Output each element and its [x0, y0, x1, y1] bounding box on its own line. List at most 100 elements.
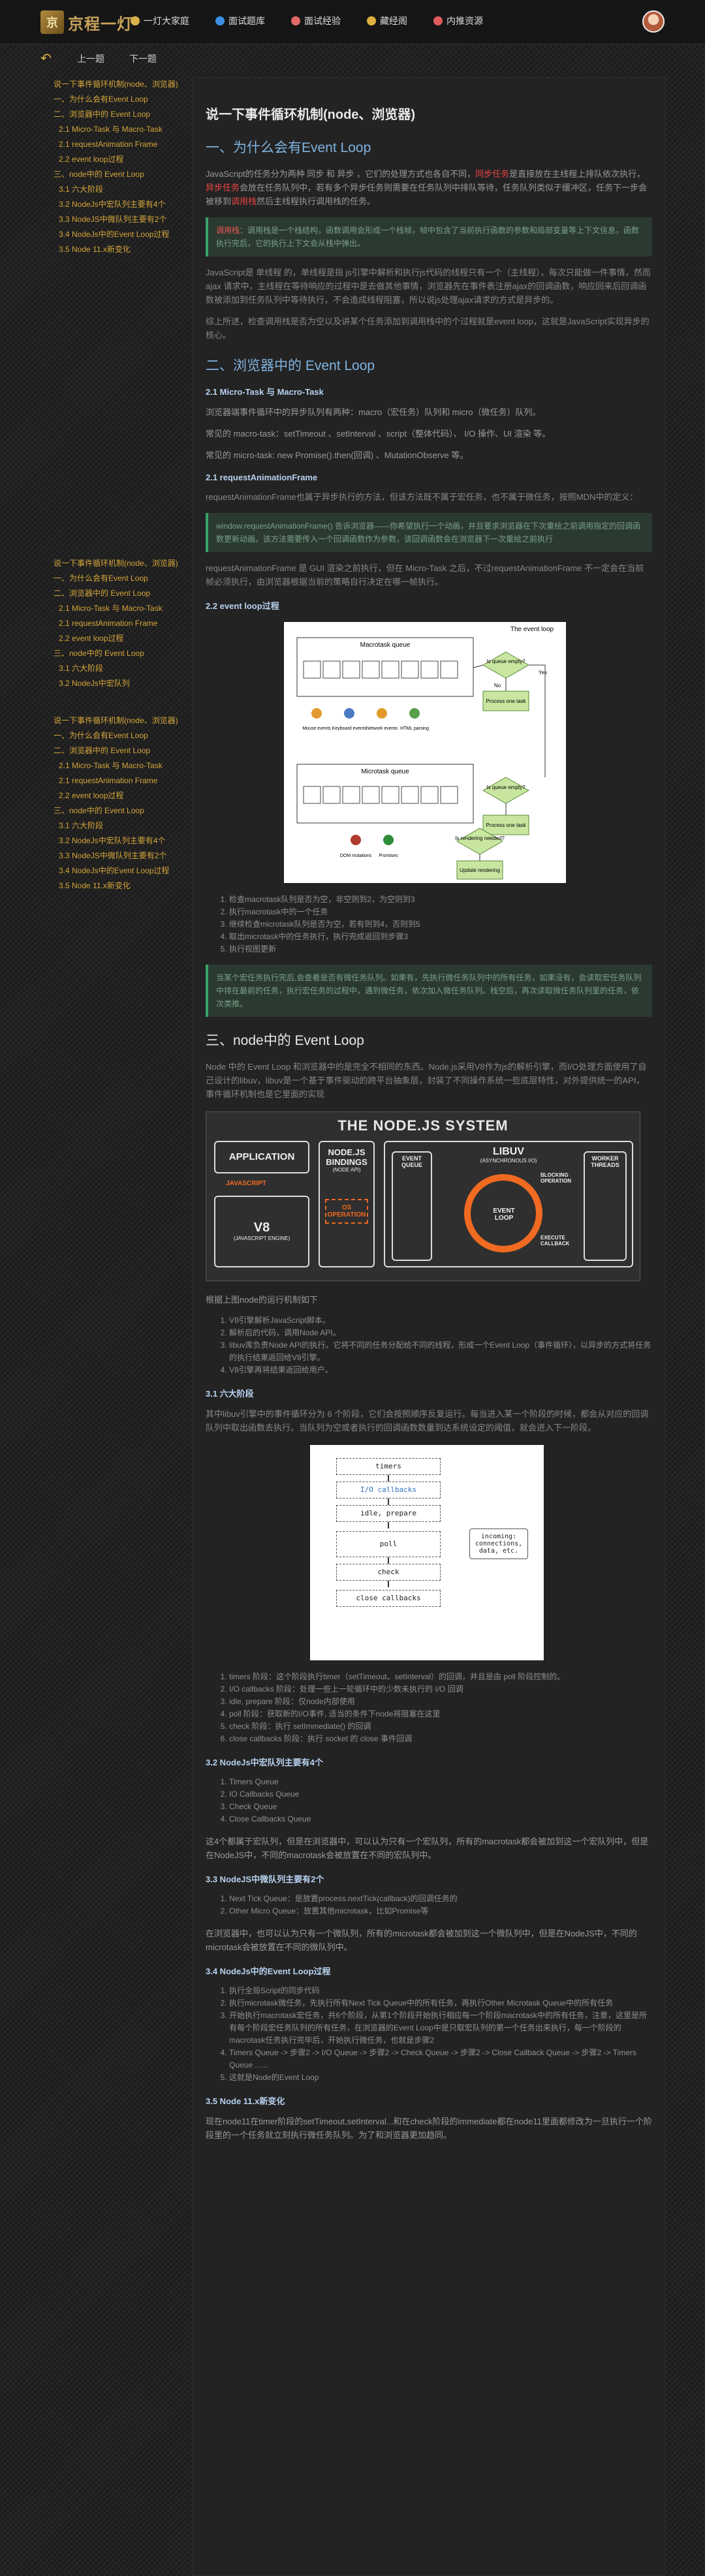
toc-link[interactable]: 3.3 NodeJS中微队列主要有2个	[54, 212, 184, 227]
text: 然后主线程执行调用栈的任务。	[257, 196, 376, 206]
phase-box: check	[336, 1564, 441, 1581]
toc-link[interactable]: 一、为什么会有Event Loop	[54, 92, 184, 107]
user-avatar[interactable]	[642, 10, 665, 33]
list-item: Timers Queue	[229, 1776, 652, 1788]
toc-link[interactable]: 一、为什么会有Event Loop	[54, 728, 184, 743]
list-item: idle, prepare 阶段：仅node内部使用	[229, 1696, 652, 1708]
question-bank-icon	[215, 16, 225, 25]
diagram-title: THE NODE.JS SYSTEM	[337, 1117, 509, 1134]
paragraph: JavaScript的任务分为两种 同步 和 异步 ，它们的处理方式也各自不同，…	[206, 167, 652, 208]
toc-link[interactable]: 三、node中的 Event Loop	[54, 646, 184, 661]
process-task-label: Process one task	[486, 698, 526, 704]
bindings-label: NODE.JS BINDINGS	[326, 1147, 368, 1167]
subsection-heading: 2.2 event loop过程	[206, 601, 279, 611]
toc-link[interactable]: 2.2 event loop过程	[54, 631, 184, 646]
toc-link[interactable]: 2.1 requestAnimation Frame	[54, 773, 184, 788]
highlight-text: 调用栈	[231, 196, 257, 206]
list-item: 继续检查microtask队列是否为空，若有则到4，否则到5	[229, 918, 652, 931]
toc-link[interactable]: 三、node中的 Event Loop	[54, 167, 184, 182]
toc-link[interactable]: 2.1 Micro-Task 与 Macro-Task	[54, 758, 184, 773]
nav-item-referral[interactable]: 内推资源	[433, 14, 483, 27]
toc-link[interactable]: 3.4 NodeJs中的Event Loop过程	[54, 863, 184, 878]
toc-link[interactable]: 二、浏览器中的 Event Loop	[54, 107, 184, 122]
list-item: V8引擎再将结果返回给用户。	[229, 1364, 652, 1376]
main-nav: 一灯大家庭 面试题库 面试经验 藏经阁 内推资源	[131, 14, 509, 27]
toc-link[interactable]: 三、node中的 Event Loop	[54, 803, 184, 818]
ordered-list: Next Tick Queue：是放置process.nextTick(call…	[229, 1893, 652, 1917]
nav-item-question-bank[interactable]: 面试题库	[215, 14, 265, 27]
phase-box: I/O callbacks	[336, 1482, 441, 1498]
paragraph: 根据上图node的运行机制如下	[206, 1295, 318, 1305]
phase-box: timers	[336, 1458, 441, 1475]
source-label: Keyboard events	[332, 726, 367, 731]
toc-link[interactable]: 3.2 NodeJs中宏队列主要有4个	[54, 833, 184, 848]
list-item: 检查macrotask队列是否为空，非空则到2，为空则到3	[229, 893, 652, 906]
site-logo[interactable]: 京 京程一灯	[40, 9, 133, 35]
text: 是直接放在主线程上排队依次执行，	[509, 169, 646, 179]
table-of-contents: 说一下事件循环机制(node、浏览器) 一、为什么会有Event Loop 二、浏览…	[54, 77, 184, 916]
top-navigation-bar: 京 京程一灯 一灯大家庭 面试题库 面试经验 藏经阁 内推资源	[0, 0, 705, 44]
toc-link[interactable]: 3.5 Node 11.x新变化	[54, 242, 184, 257]
process-task-label: Process one task	[486, 822, 526, 828]
toc-link[interactable]: 3.2 NodeJs中宏队列主要有4个	[54, 197, 184, 212]
toc-link[interactable]: 说一下事件循环机制(node、浏览器)	[54, 556, 184, 571]
text: JavaScript的任务分为两种 同步 和 异步 ，它们的处理方式也各自不同，	[206, 169, 476, 179]
execute-callback-label: EXECUTE CALLBACK	[540, 1235, 570, 1247]
list-item: 这就是Node的Event Loop	[229, 2072, 652, 2084]
event-loop-title: The event loop	[510, 626, 554, 633]
toc-block: 说一下事件循环机制(node、浏览器) 一、为什么会有Event Loop 二、浏览…	[54, 713, 184, 893]
bindings-sublabel: (NODE API)	[332, 1167, 361, 1173]
toc-link[interactable]: 3.4 NodeJs中的Event Loop过程	[54, 227, 184, 242]
toc-link[interactable]: 2.1 requestAnimation Frame	[54, 137, 184, 152]
nav-label: 面试经验	[304, 16, 341, 26]
source-label: HTML parsing	[400, 726, 429, 731]
toc-link[interactable]: 3.3 NodeJS中微队列主要有2个	[54, 848, 184, 863]
rendering-needed-question: Is rendering needed?	[455, 835, 505, 841]
toc-link[interactable]: 2.2 event loop过程	[54, 152, 184, 167]
bindings-box: NODE.JS BINDINGS (NODE API) OS OPERATION	[319, 1141, 375, 1267]
toc-link[interactable]: 2.1 requestAnimation Frame	[54, 616, 184, 631]
toc-link[interactable]: 一、为什么会有Event Loop	[54, 571, 184, 586]
ordered-list: 执行全局Script的同步代码执行microtask微任务，先执行所有Next …	[229, 1985, 652, 2084]
back-arrow-icon[interactable]: ↶	[40, 52, 57, 65]
toc-link[interactable]: 二、浏览器中的 Event Loop	[54, 586, 184, 601]
nav-label: 藏经阁	[380, 16, 407, 26]
paragraph: 其中libuv引擎中的事件循环分为 6 个阶段，它们会按照顺序反复运行。每当进入…	[206, 1409, 649, 1433]
library-icon	[367, 16, 376, 25]
phase-box: close callbacks	[336, 1590, 441, 1607]
toc-link[interactable]: 说一下事件循环机制(node、浏览器)	[54, 77, 184, 92]
toc-link[interactable]: 3.5 Node 11.x新变化	[54, 878, 184, 893]
toc-link[interactable]: 2.1 Micro-Task 与 Macro-Task	[54, 122, 184, 137]
toc-block: 说一下事件循环机制(node、浏览器) 一、为什么会有Event Loop 二、浏览…	[54, 556, 184, 691]
section-heading: 二、浏览器中的 Event Loop	[206, 358, 375, 373]
yes-label: Yes	[539, 670, 547, 675]
toc-link[interactable]: 3.1 六大阶段	[54, 182, 184, 197]
toc-link[interactable]: 3.1 六大阶段	[54, 661, 184, 676]
subsection-heading: 3.4 NodeJs中的Event Loop过程	[206, 1966, 331, 1976]
nav-item-interview-experience[interactable]: 面试经验	[291, 14, 341, 27]
next-question-link[interactable]: 下一题	[129, 54, 157, 64]
paragraph: 综上所述，检查调用栈是否为空以及讲某个任务添加到调用栈中的个过程就是event …	[206, 317, 650, 340]
source-label: Promises	[379, 854, 398, 858]
queue-empty-question: Is queue empty?	[486, 784, 525, 790]
toc-link[interactable]: 3.2 NodeJs中宏队列	[54, 676, 184, 691]
highlight-text: 同步任务	[475, 169, 510, 179]
toc-link[interactable]: 3.1 六大阶段	[54, 818, 184, 833]
nav-item-family[interactable]: 一灯大家庭	[131, 14, 189, 27]
ordered-list: timers 阶段：这个阶段执行timer（setTimeout、setInte…	[229, 1671, 652, 1745]
toc-link[interactable]: 2.1 Micro-Task 与 Macro-Task	[54, 601, 184, 616]
nav-item-library[interactable]: 藏经阁	[367, 14, 407, 27]
paragraph: requestAnimationFrame 是 GUI 渲染之前执行，但在 Mi…	[206, 563, 644, 587]
event-loop-diagram: Macrotask queue Microtask queue The even…	[284, 622, 566, 883]
callout-note: 当某个宏任务执行完后,会查看是否有微任务队列。如果有，先执行微任务队列中的所有任…	[206, 965, 652, 1017]
source-label: Network events	[366, 726, 398, 731]
experience-icon	[291, 16, 300, 25]
note-keyword: 调用栈	[216, 226, 240, 235]
list-item: Other Micro Queue：放置其他microtask，比如Promis…	[229, 1905, 652, 1917]
paragraph: JavaScript是 单线程 的，单线程是指 js引擎中解析和执行js代码的线…	[206, 268, 651, 305]
toc-link[interactable]: 2.2 event loop过程	[54, 788, 184, 803]
toc-link[interactable]: 说一下事件循环机制(node、浏览器)	[54, 713, 184, 728]
toc-link[interactable]: 二、浏览器中的 Event Loop	[54, 743, 184, 758]
microtask-queue-label: Microtask queue	[361, 768, 409, 775]
prev-question-link[interactable]: 上一题	[77, 54, 104, 64]
